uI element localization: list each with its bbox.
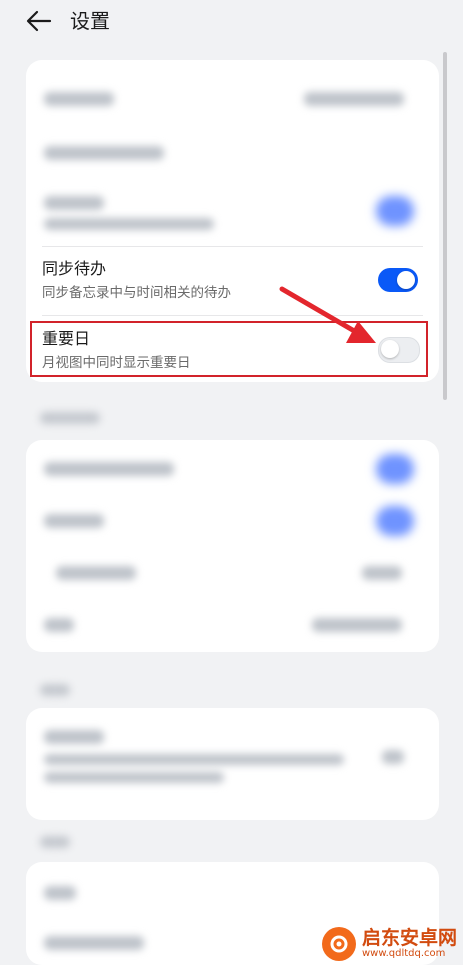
blurred-row	[42, 558, 423, 588]
arrow-left-icon	[26, 10, 52, 32]
back-button[interactable]	[24, 6, 54, 36]
blurred-section-label	[40, 412, 100, 424]
blurred-settings-card	[26, 440, 439, 652]
sync-todo-toggle[interactable]	[378, 268, 418, 292]
red-arrow-icon	[279, 286, 376, 343]
toggle-knob	[397, 271, 415, 289]
blurred-section-label	[40, 836, 70, 848]
blurred-toggle	[376, 196, 414, 226]
blurred-row	[42, 726, 423, 796]
blurred-toggle	[376, 454, 414, 484]
sync-todo-title: 同步待办	[42, 259, 107, 278]
blurred-row	[42, 610, 423, 640]
watermark-url: www.qdltdq.com	[361, 947, 446, 959]
divider	[42, 246, 423, 247]
watermark-logo-icon	[321, 927, 356, 961]
blurred-settings-card	[26, 708, 439, 820]
sync-todo-subtitle: 同步备忘录中与时间相关的待办	[42, 285, 231, 301]
blurred-row	[42, 506, 423, 536]
blurred-row	[42, 188, 423, 248]
blurred-row	[42, 454, 423, 484]
scrollbar[interactable]	[443, 52, 447, 400]
blurred-row	[42, 84, 423, 114]
blurred-row	[42, 138, 423, 168]
blurred-section-label	[40, 684, 70, 696]
blurred-row	[42, 878, 423, 908]
page-title: 设置	[70, 9, 110, 33]
watermark: 启东安卓网 www.qdltdq.com	[321, 926, 457, 961]
top-bar: 设置	[0, 0, 463, 46]
blurred-toggle	[376, 506, 414, 536]
watermark-name: 启东安卓网	[361, 926, 457, 949]
